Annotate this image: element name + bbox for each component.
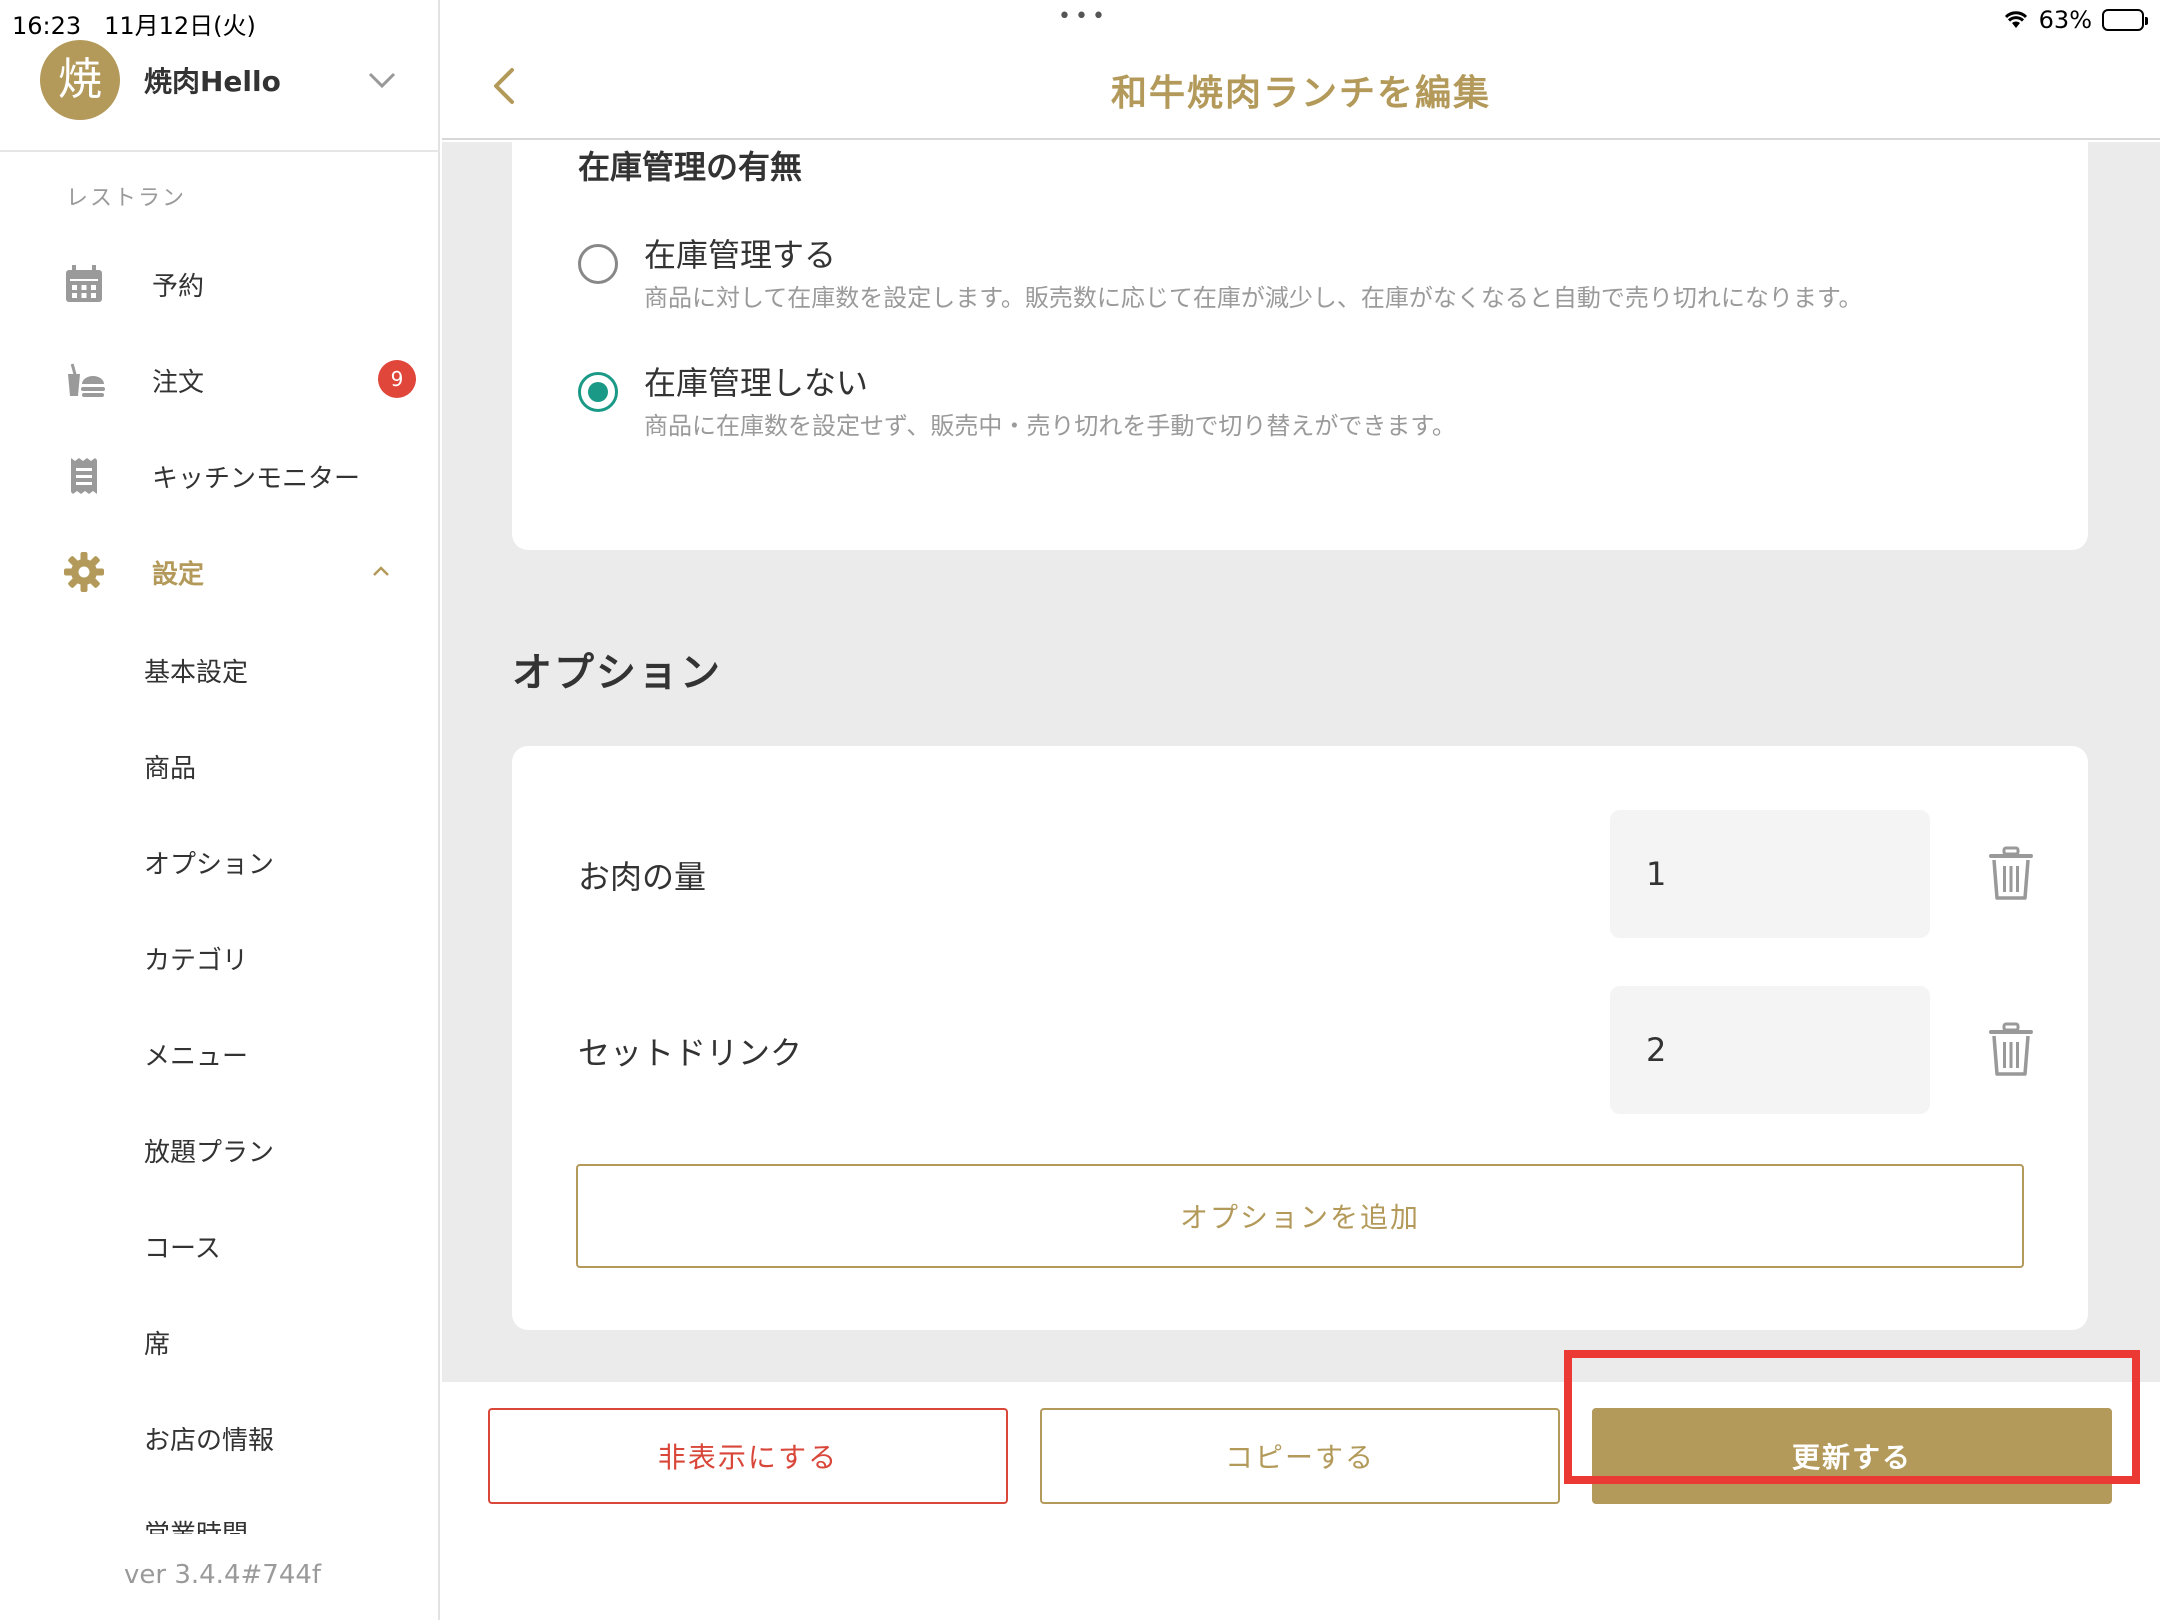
sidebar-item-label: キッチンモニター bbox=[152, 464, 361, 494]
options-card: お肉の量 セットドリンク オプションを追加 bbox=[512, 746, 2088, 1330]
radio-button[interactable] bbox=[578, 244, 618, 284]
multitasking-dots[interactable]: ••• bbox=[1058, 4, 1109, 29]
option-name: お肉の量 bbox=[578, 858, 707, 896]
sidebar-item-order[interactable]: 注文 9 bbox=[0, 340, 440, 420]
trash-icon[interactable] bbox=[1986, 846, 2036, 902]
sidebar-subitem-all-you-can-plans[interactable]: 放題プラン bbox=[144, 1132, 274, 1169]
sidebar-subitem-options[interactable]: オプション bbox=[144, 844, 274, 881]
hide-button[interactable]: 非表示にする bbox=[488, 1408, 1008, 1504]
status-right: 63% bbox=[2003, 6, 2148, 34]
sidebar-subitem-business-hours[interactable]: 営業時間 bbox=[144, 1514, 424, 1534]
sidebar-subitem-shop-info[interactable]: お店の情報 bbox=[144, 1420, 274, 1457]
section-label-restaurant: レストラン bbox=[66, 186, 187, 211]
order-icon bbox=[68, 363, 105, 397]
gear-icon bbox=[64, 552, 104, 592]
calendar-icon bbox=[66, 265, 102, 302]
page-title: 和牛焼肉ランチを編集 bbox=[1110, 73, 1491, 114]
radio-label: 在庫管理しない bbox=[644, 364, 869, 402]
sidebar-item-label: 予約 bbox=[152, 272, 205, 302]
sidebar-subitem-products[interactable]: 商品 bbox=[144, 748, 196, 785]
sidebar-item-settings[interactable]: 設定 bbox=[0, 532, 440, 612]
sidebar-subitem-menu[interactable]: メニュー bbox=[144, 1036, 248, 1073]
stock-management-card: 在庫管理の有無 在庫管理する 商品に対して在庫数を設定します。販売数に応じて在庫… bbox=[512, 142, 2088, 550]
wifi-icon bbox=[2004, 11, 2027, 28]
radio-description: 商品に在庫数を設定せず、販売中・売り切れを手動で切り替えができます。 bbox=[644, 412, 1456, 440]
status-date: 11月12日(火) bbox=[104, 12, 256, 40]
sidebar-subitem-categories[interactable]: カテゴリ bbox=[144, 940, 248, 977]
option-row: セットドリンク bbox=[578, 986, 2048, 1114]
sidebar-item-label: 設定 bbox=[152, 560, 205, 590]
copy-button[interactable]: コピーする bbox=[1040, 1408, 1560, 1504]
battery-icon bbox=[2102, 9, 2148, 31]
status-time: 16:23 11月12日(火) bbox=[12, 12, 256, 40]
action-bar: 非表示にする コピーする 更新する bbox=[442, 1350, 2160, 1620]
avatar: 焼 bbox=[40, 40, 120, 120]
option-name: セットドリンク bbox=[578, 1034, 803, 1072]
sidebar-subitem-seats[interactable]: 席 bbox=[144, 1324, 170, 1361]
sidebar-subitem-courses[interactable]: コース bbox=[144, 1228, 221, 1265]
update-button[interactable]: 更新する bbox=[1592, 1408, 2112, 1504]
page-header: 和牛焼肉ランチを編集 bbox=[442, 40, 2160, 140]
sidebar-item-kitchen-monitor[interactable]: キッチンモニター bbox=[0, 436, 440, 516]
stock-management-title: 在庫管理の有無 bbox=[578, 148, 803, 186]
chevron-down-icon[interactable] bbox=[364, 62, 400, 98]
sidebar: 焼 焼肉Hello レストラン 予約 注文 9 キッチンモニター 設定 基本設定… bbox=[0, 0, 440, 1620]
order-count-badge: 9 bbox=[378, 360, 416, 398]
main-content[interactable]: 在庫管理の有無 在庫管理する 商品に対して在庫数を設定します。販売数に応じて在庫… bbox=[442, 142, 2160, 1382]
status-bar: 16:23 11月12日(火) ••• 63% bbox=[0, 0, 2160, 40]
sidebar-item-label: 注文 bbox=[152, 368, 205, 398]
chevron-up-icon[interactable] bbox=[366, 556, 396, 586]
app-version: ver 3.4.4#744f bbox=[124, 1560, 322, 1590]
radio-button-selected[interactable] bbox=[578, 372, 618, 412]
back-arrow-icon[interactable] bbox=[482, 62, 530, 110]
radio-label: 在庫管理する bbox=[644, 236, 837, 274]
radio-description: 商品に対して在庫数を設定します。販売数に応じて在庫が減少し、在庫がなくなると自動… bbox=[644, 284, 1863, 312]
sidebar-subitem-basic-settings[interactable]: 基本設定 bbox=[144, 652, 248, 689]
option-quantity-input[interactable] bbox=[1610, 986, 1930, 1114]
add-option-button[interactable]: オプションを追加 bbox=[576, 1164, 2024, 1268]
option-row: お肉の量 bbox=[578, 810, 2048, 938]
option-quantity-input[interactable] bbox=[1610, 810, 1930, 938]
receipt-icon bbox=[71, 458, 97, 494]
account-name: 焼肉Hello bbox=[144, 65, 281, 98]
battery-percent: 63% bbox=[2038, 6, 2092, 34]
trash-icon[interactable] bbox=[1986, 1022, 2036, 1078]
account-switcher[interactable]: 焼 焼肉Hello bbox=[0, 40, 440, 152]
options-heading: オプション bbox=[512, 650, 722, 696]
sidebar-item-reservation[interactable]: 予約 bbox=[0, 244, 440, 324]
